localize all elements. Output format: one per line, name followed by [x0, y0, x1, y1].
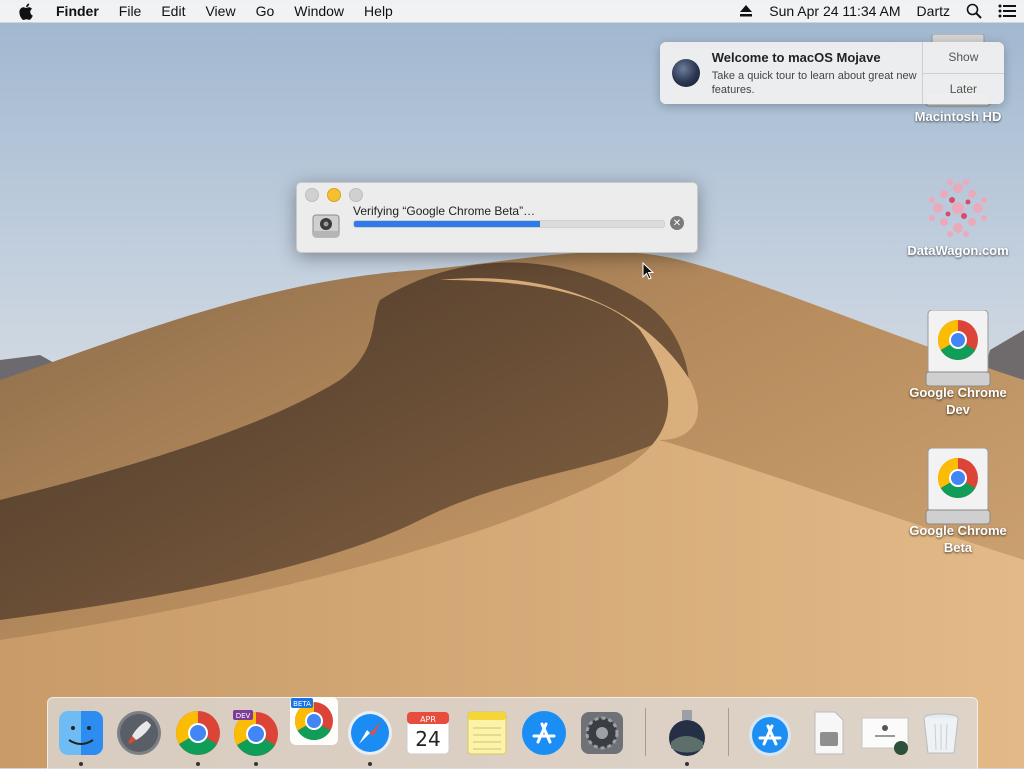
progress-bar-fill: [354, 221, 540, 227]
menu-bar: Finder File Edit View Go Window Help Sun…: [0, 0, 1024, 23]
dock-calendar[interactable]: APR 24: [403, 708, 453, 758]
menu-file[interactable]: File: [109, 0, 152, 22]
calendar-icon: APR 24: [406, 711, 450, 755]
notification-title: Welcome to macOS Mojave: [711, 50, 881, 65]
apple-menu-icon[interactable]: [18, 2, 36, 20]
dock-finder[interactable]: [56, 708, 106, 766]
desktop-icon-google-chrome-beta[interactable]: Google Chrome Beta: [903, 447, 1013, 556]
chrome-disk-image-icon: [924, 447, 992, 525]
chrome-disk-image-icon: [924, 309, 992, 387]
dock-applications-folder[interactable]: [745, 708, 795, 758]
notes-icon: [467, 711, 507, 755]
chrome-dev-badge: DEV: [236, 712, 251, 720]
dock-google-chrome-dev[interactable]: DEV: [231, 708, 281, 766]
app-store-icon: [522, 711, 566, 755]
menu-clock[interactable]: Sun Apr 24 11:34 AM: [769, 3, 900, 19]
downloads-stack-icon: [861, 717, 909, 755]
dock-separator: [728, 708, 729, 756]
menu-window[interactable]: Window: [284, 0, 354, 22]
chrome-beta-badge: BETA: [293, 700, 311, 708]
calendar-day: 24: [415, 727, 440, 751]
document-stack-icon: [814, 711, 844, 755]
dock-downloads-stack[interactable]: [859, 708, 909, 758]
desktop-icon-label: DataWagon.com: [907, 243, 1009, 258]
menu-edit[interactable]: Edit: [151, 0, 195, 22]
desktop-icon-datawagon[interactable]: DataWagon.com: [903, 168, 1013, 259]
menu-view[interactable]: View: [195, 0, 245, 22]
chrome-beta-icon: BETA: [290, 697, 338, 745]
mouse-cursor-icon: [642, 261, 655, 285]
verification-progress-bar: [353, 220, 665, 228]
desktop-icon-label: Macintosh HD: [914, 109, 1002, 124]
desktop-wallpaper: [0, 0, 1024, 768]
dock-app-store[interactable]: [519, 708, 569, 758]
dock-trash[interactable]: [916, 708, 966, 758]
dock-google-chrome-beta[interactable]: BETA: [289, 696, 339, 746]
trash-icon: [923, 713, 959, 754]
desktop-icon-label-line2: Beta: [943, 540, 973, 555]
chrome-icon: [176, 711, 220, 755]
desktop-icon-label-line2: Dev: [946, 402, 970, 417]
window-zoom-button[interactable]: [349, 188, 363, 202]
macos-mojave-icon: [672, 59, 700, 87]
datawagon-logo-icon: [924, 168, 992, 242]
dock-safari[interactable]: [345, 708, 395, 766]
chrome-dev-icon: DEV: [233, 710, 278, 756]
menu-user[interactable]: Dartz: [917, 3, 950, 19]
notification-center-icon[interactable]: [998, 4, 1016, 18]
desktop-icon-google-chrome-dev[interactable]: Google Chrome Dev: [903, 309, 1013, 418]
verification-dialog: Verifying “Google Chrome Beta”… ✕: [296, 182, 698, 253]
macos-installer-icon: [669, 710, 705, 756]
notification-banner[interactable]: Welcome to macOS Mojave Take a quick tou…: [660, 42, 1004, 104]
safari-compass-icon: [348, 711, 392, 755]
eject-icon[interactable]: [739, 5, 753, 17]
cancel-verification-icon[interactable]: ✕: [670, 216, 684, 230]
finder-icon: [59, 711, 103, 755]
notification-later-button[interactable]: Later: [922, 72, 1004, 105]
menu-go[interactable]: Go: [246, 0, 285, 22]
dock-separator: [645, 708, 646, 756]
dock-notes[interactable]: [462, 708, 512, 758]
dock-system-preferences[interactable]: [577, 708, 627, 758]
menu-app-name[interactable]: Finder: [50, 0, 109, 22]
dock-launchpad[interactable]: [114, 708, 164, 758]
notification-show-button[interactable]: Show: [923, 42, 1004, 73]
notification-body: Take a quick tour to learn about great n…: [711, 70, 917, 96]
gear-icon: [581, 712, 623, 754]
disk-image-icon: [311, 211, 341, 241]
calendar-month: APR: [420, 715, 436, 724]
dock-google-chrome[interactable]: [173, 708, 223, 766]
dialog-status-text: Verifying “Google Chrome Beta”…: [353, 204, 536, 218]
dock: DEV BETA APR 24: [47, 697, 978, 769]
launchpad-rocket-icon: [117, 711, 161, 755]
spotlight-search-icon[interactable]: [966, 3, 982, 19]
window-close-button[interactable]: [305, 188, 319, 202]
dock-macos-installer[interactable]: [662, 708, 712, 766]
menu-help[interactable]: Help: [354, 0, 403, 22]
window-minimize-button[interactable]: [327, 188, 341, 202]
applications-folder-icon: [749, 714, 791, 756]
dock-documents-stack[interactable]: [803, 708, 853, 758]
